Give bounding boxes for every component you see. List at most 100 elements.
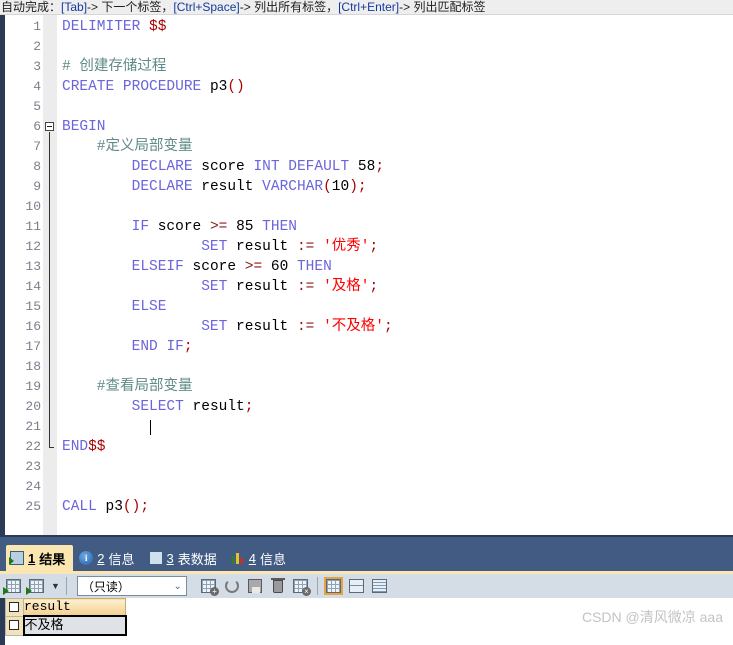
code-line[interactable]: 23 bbox=[0, 457, 733, 477]
delete-button[interactable] bbox=[268, 577, 288, 596]
hint-desc-ctrl-enter: -> 列出匹配标签 bbox=[399, 0, 486, 14]
code-line[interactable]: 3 # 创建存储过程 bbox=[0, 57, 733, 77]
line-text: #定义局部变量 bbox=[62, 139, 193, 155]
form-view-button[interactable] bbox=[347, 577, 367, 596]
line-number: 2 bbox=[33, 39, 41, 54]
line-text: DECLARE result VARCHAR(10); bbox=[131, 179, 367, 195]
hint-desc-tab: -> 下一个标签， bbox=[87, 0, 174, 14]
line-number: 23 bbox=[25, 459, 41, 474]
result-table[interactable]: result 不及格 bbox=[5, 598, 127, 636]
line-text: CREATE PROCEDURE p3() bbox=[62, 79, 245, 95]
hint-desc-ctrl-space: -> 列出所有标签， bbox=[239, 0, 339, 14]
line-number: 16 bbox=[25, 319, 41, 334]
line-text: DELIMITER $$ bbox=[62, 19, 167, 35]
code-line[interactable]: 7 #定义局部变量 bbox=[0, 137, 733, 157]
readonly-mode-value: （只读） bbox=[81, 579, 130, 594]
line-text: SET result := '及格'; bbox=[201, 279, 379, 295]
save-button[interactable] bbox=[245, 577, 265, 596]
code-line[interactable]: 21 bbox=[0, 417, 733, 437]
code-line[interactable]: 25 CALL p3(); bbox=[0, 497, 733, 517]
code-line[interactable]: 22 END$$ bbox=[0, 437, 733, 457]
line-text: END IF; bbox=[131, 339, 193, 355]
result-grid-area: result 不及格 CSDN @清风微凉 aaa bbox=[0, 598, 733, 645]
line-number: 25 bbox=[25, 499, 41, 514]
add-record-button[interactable]: + bbox=[199, 577, 219, 596]
watermark-text: CSDN @清风微凉 aaa bbox=[581, 609, 723, 625]
line-number: 11 bbox=[25, 219, 41, 234]
result-tab-3[interactable]: 3 表数据 bbox=[145, 545, 225, 571]
code-line[interactable]: 19 #查看局部变量 bbox=[0, 377, 733, 397]
line-number: 17 bbox=[25, 339, 41, 354]
line-number: 24 bbox=[25, 479, 41, 494]
sql-editor-window: 自动完成：[Tab]-> 下一个标签，[Ctrl+Space]-> 列出所有标签… bbox=[0, 0, 733, 645]
form-view-icon bbox=[348, 578, 364, 593]
toolbar-separator-1 bbox=[65, 577, 67, 595]
tab-number: 4 bbox=[248, 550, 256, 566]
header-row-selector[interactable] bbox=[5, 598, 24, 617]
line-number: 4 bbox=[33, 79, 41, 94]
line-text: SELECT result; bbox=[131, 399, 254, 415]
tab-label: 表数据 bbox=[177, 551, 217, 567]
code-line[interactable]: 11 IF score >= 85 THEN bbox=[0, 217, 733, 237]
green-arrow-icon bbox=[26, 586, 32, 595]
code-line[interactable]: 4 CREATE PROCEDURE p3() bbox=[0, 77, 733, 97]
line-number: 12 bbox=[25, 239, 41, 254]
tab-number: 1 bbox=[28, 550, 36, 566]
code-line[interactable]: 14 SET result := '及格'; bbox=[0, 277, 733, 297]
autocomplete-hint-bar: 自动完成：[Tab]-> 下一个标签，[Ctrl+Space]-> 列出所有标签… bbox=[0, 0, 733, 15]
code-line[interactable]: 1 DELIMITER $$ bbox=[0, 17, 733, 37]
code-line[interactable]: 18 bbox=[0, 357, 733, 377]
code-line[interactable]: 15 ELSE bbox=[0, 297, 733, 317]
code-line[interactable]: 10 bbox=[0, 197, 733, 217]
code-editor[interactable]: 1 DELIMITER $$ 2 3 # 创建存储过程 4 CREATE PROCEDURE… bbox=[0, 15, 733, 535]
result-tab-1[interactable]: 1 结果 bbox=[6, 545, 74, 571]
table-row[interactable]: 不及格 bbox=[5, 615, 127, 636]
chevron-down-icon[interactable]: ▼ bbox=[51, 581, 60, 591]
code-line[interactable]: 9 DECLARE result VARCHAR(10); bbox=[0, 177, 733, 197]
toolbar-separator-2 bbox=[316, 577, 318, 595]
cancel-changes-button[interactable]: × bbox=[291, 577, 311, 596]
grid-view-button[interactable] bbox=[323, 576, 344, 596]
column-header[interactable]: result bbox=[23, 598, 126, 617]
floppy-disk-icon bbox=[247, 578, 262, 593]
line-text: IF score >= 85 THEN bbox=[131, 219, 297, 235]
tab-number: 3 bbox=[166, 550, 174, 566]
code-line[interactable]: 17 END IF; bbox=[0, 337, 733, 357]
line-number: 5 bbox=[33, 99, 41, 114]
tab-label: 信息 bbox=[108, 551, 135, 567]
fold-toggle-icon[interactable] bbox=[45, 122, 54, 131]
checkbox-icon[interactable] bbox=[9, 602, 19, 612]
checkbox-icon[interactable] bbox=[9, 619, 19, 630]
insert-record-button[interactable] bbox=[3, 577, 24, 596]
line-number: 10 bbox=[25, 199, 41, 214]
hint-prefix: 自动完成： bbox=[1, 0, 62, 14]
fold-end-marker bbox=[49, 447, 54, 448]
hint-key-ctrl-space: [Ctrl+Space] bbox=[173, 0, 240, 14]
row-selector[interactable] bbox=[5, 615, 24, 636]
tab-label: 信息 bbox=[259, 551, 286, 567]
code-line[interactable]: 6 BEGIN bbox=[0, 117, 733, 137]
refresh-button[interactable] bbox=[222, 577, 242, 596]
code-line[interactable]: 13 ELSEIF score >= 60 THEN bbox=[0, 257, 733, 277]
line-number: 6 bbox=[33, 119, 41, 134]
result-tab-2[interactable]: i 2 信息 bbox=[75, 545, 142, 571]
readonly-mode-select[interactable]: （只读） ⌄ bbox=[76, 576, 187, 596]
info-icon: i bbox=[79, 551, 94, 565]
text-view-button[interactable] bbox=[370, 577, 390, 596]
code-line[interactable]: 2 bbox=[0, 37, 733, 57]
code-line[interactable]: 5 bbox=[0, 97, 733, 117]
result-tab-4[interactable]: 4 信息 bbox=[227, 545, 294, 571]
code-line[interactable]: 20 SELECT result; bbox=[0, 397, 733, 417]
code-line[interactable]: 24 bbox=[0, 477, 733, 497]
fold-guide-line bbox=[49, 132, 50, 447]
code-line[interactable]: 16 SET result := '不及格'; bbox=[0, 317, 733, 337]
line-number: 7 bbox=[33, 139, 41, 154]
line-number: 15 bbox=[25, 299, 41, 314]
line-number: 18 bbox=[25, 359, 41, 374]
code-line[interactable]: 8 DECLARE score INT DEFAULT 58; bbox=[0, 157, 733, 177]
line-number: 20 bbox=[25, 399, 41, 414]
table-cell[interactable]: 不及格 bbox=[22, 615, 127, 636]
apply-changes-button[interactable] bbox=[26, 577, 47, 596]
code-line[interactable]: 12 SET result := '优秀'; bbox=[0, 237, 733, 257]
table-header-row: result bbox=[5, 598, 126, 617]
